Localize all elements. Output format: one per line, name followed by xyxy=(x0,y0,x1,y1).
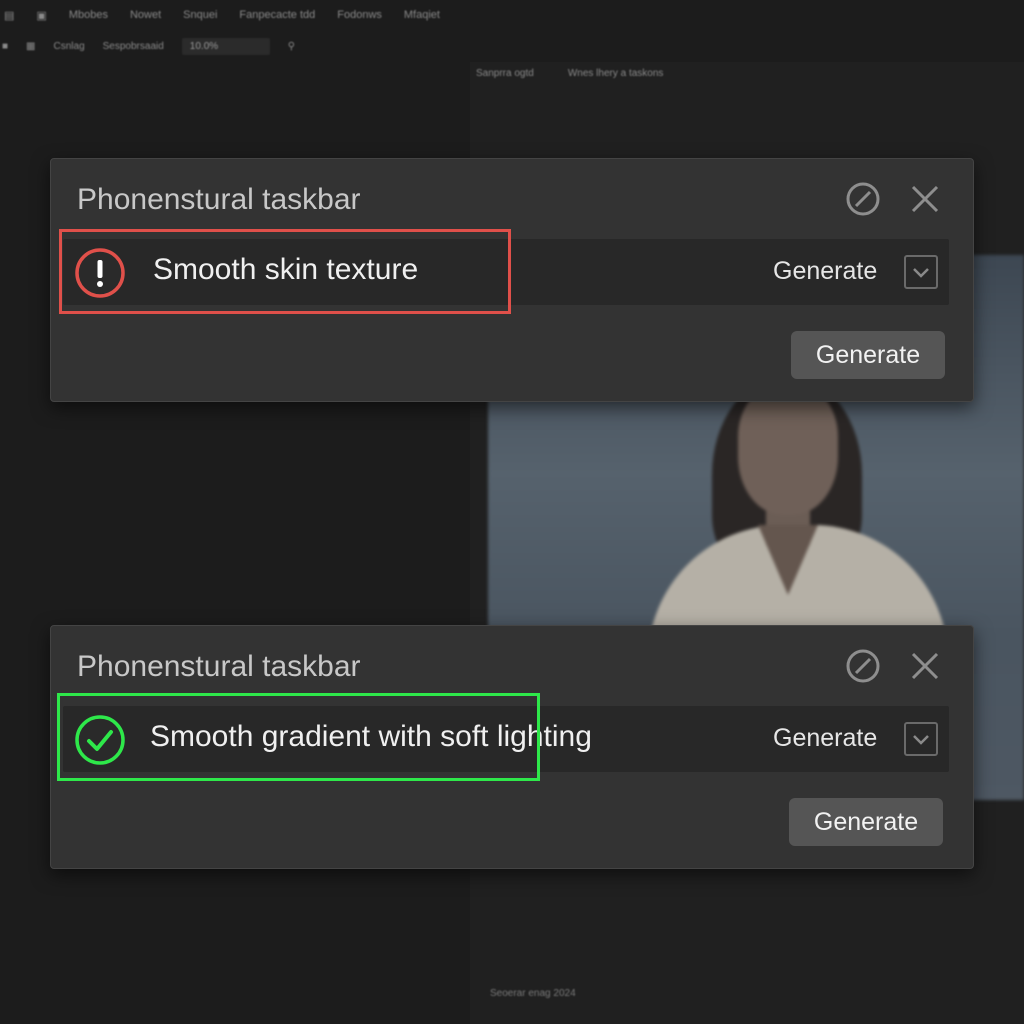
canvas-tab[interactable]: Sanprra ogtd xyxy=(476,68,534,88)
status-footer: Seoerar enag 2024 xyxy=(490,988,576,999)
save-icon[interactable]: ▣ xyxy=(36,9,46,22)
menu-item[interactable]: Fanpecacte tdd xyxy=(239,9,315,21)
exclamation-icon xyxy=(75,248,125,298)
generate-link[interactable]: Generate xyxy=(773,724,877,753)
app-icon[interactable]: ▤ xyxy=(4,9,14,22)
generate-button[interactable]: Generate xyxy=(789,798,943,846)
close-icon[interactable] xyxy=(907,648,943,684)
grid-icon[interactable]: ▦ xyxy=(26,41,35,52)
panel-title: Phonenstural taskbar xyxy=(77,183,361,216)
toolbar: ■ ▦ Csnlag Sespobrsaaid 10.0% ⚲ xyxy=(0,32,1024,60)
search-icon[interactable]: ⚲ xyxy=(288,41,295,52)
dropdown-toggle[interactable] xyxy=(904,722,938,756)
menu-item[interactable]: Nowet xyxy=(130,9,161,21)
checkmark-icon xyxy=(75,715,125,765)
canvas-tabs: Sanprra ogtd Wnes lhery a taskons xyxy=(476,68,663,88)
menu-item[interactable]: Snquei xyxy=(183,9,217,21)
generate-panel: Phonenstural taskbar Smooth skin texture… xyxy=(50,158,974,402)
prompt-text: Smooth skin texture xyxy=(153,253,419,286)
generate-panel: Phonenstural taskbar Smooth gradient wit… xyxy=(50,625,974,869)
generate-button[interactable]: Generate xyxy=(791,331,945,379)
menu-item[interactable]: Mfaqiet xyxy=(404,9,440,21)
toolbar-dropdown[interactable]: Sespobrsaaid xyxy=(103,41,164,52)
menu-item[interactable]: Mbobes xyxy=(69,9,108,21)
panel-title: Phonenstural taskbar xyxy=(77,650,361,683)
prompt-row[interactable]: Smooth skin texture Generate xyxy=(63,239,949,305)
disable-icon[interactable] xyxy=(845,648,881,684)
prompt-row[interactable]: Smooth gradient with soft lighting Gener… xyxy=(63,706,949,772)
close-icon[interactable] xyxy=(907,181,943,217)
dropdown-toggle[interactable] xyxy=(904,255,938,289)
disable-icon[interactable] xyxy=(845,181,881,217)
tool-icon[interactable]: ■ xyxy=(2,41,8,52)
menu-bar: ▤ ▣ Mbobes Nowet Snquei Fanpecacte tdd F… xyxy=(0,0,1024,30)
menu-item[interactable]: Fodonws xyxy=(337,9,382,21)
zoom-field[interactable]: 10.0% xyxy=(181,37,270,55)
toolbar-item[interactable]: Csnlag xyxy=(54,41,85,52)
canvas-tab[interactable]: Wnes lhery a taskons xyxy=(568,68,664,88)
prompt-text: Smooth gradient with soft lighting xyxy=(150,720,592,753)
generate-link[interactable]: Generate xyxy=(773,257,877,286)
